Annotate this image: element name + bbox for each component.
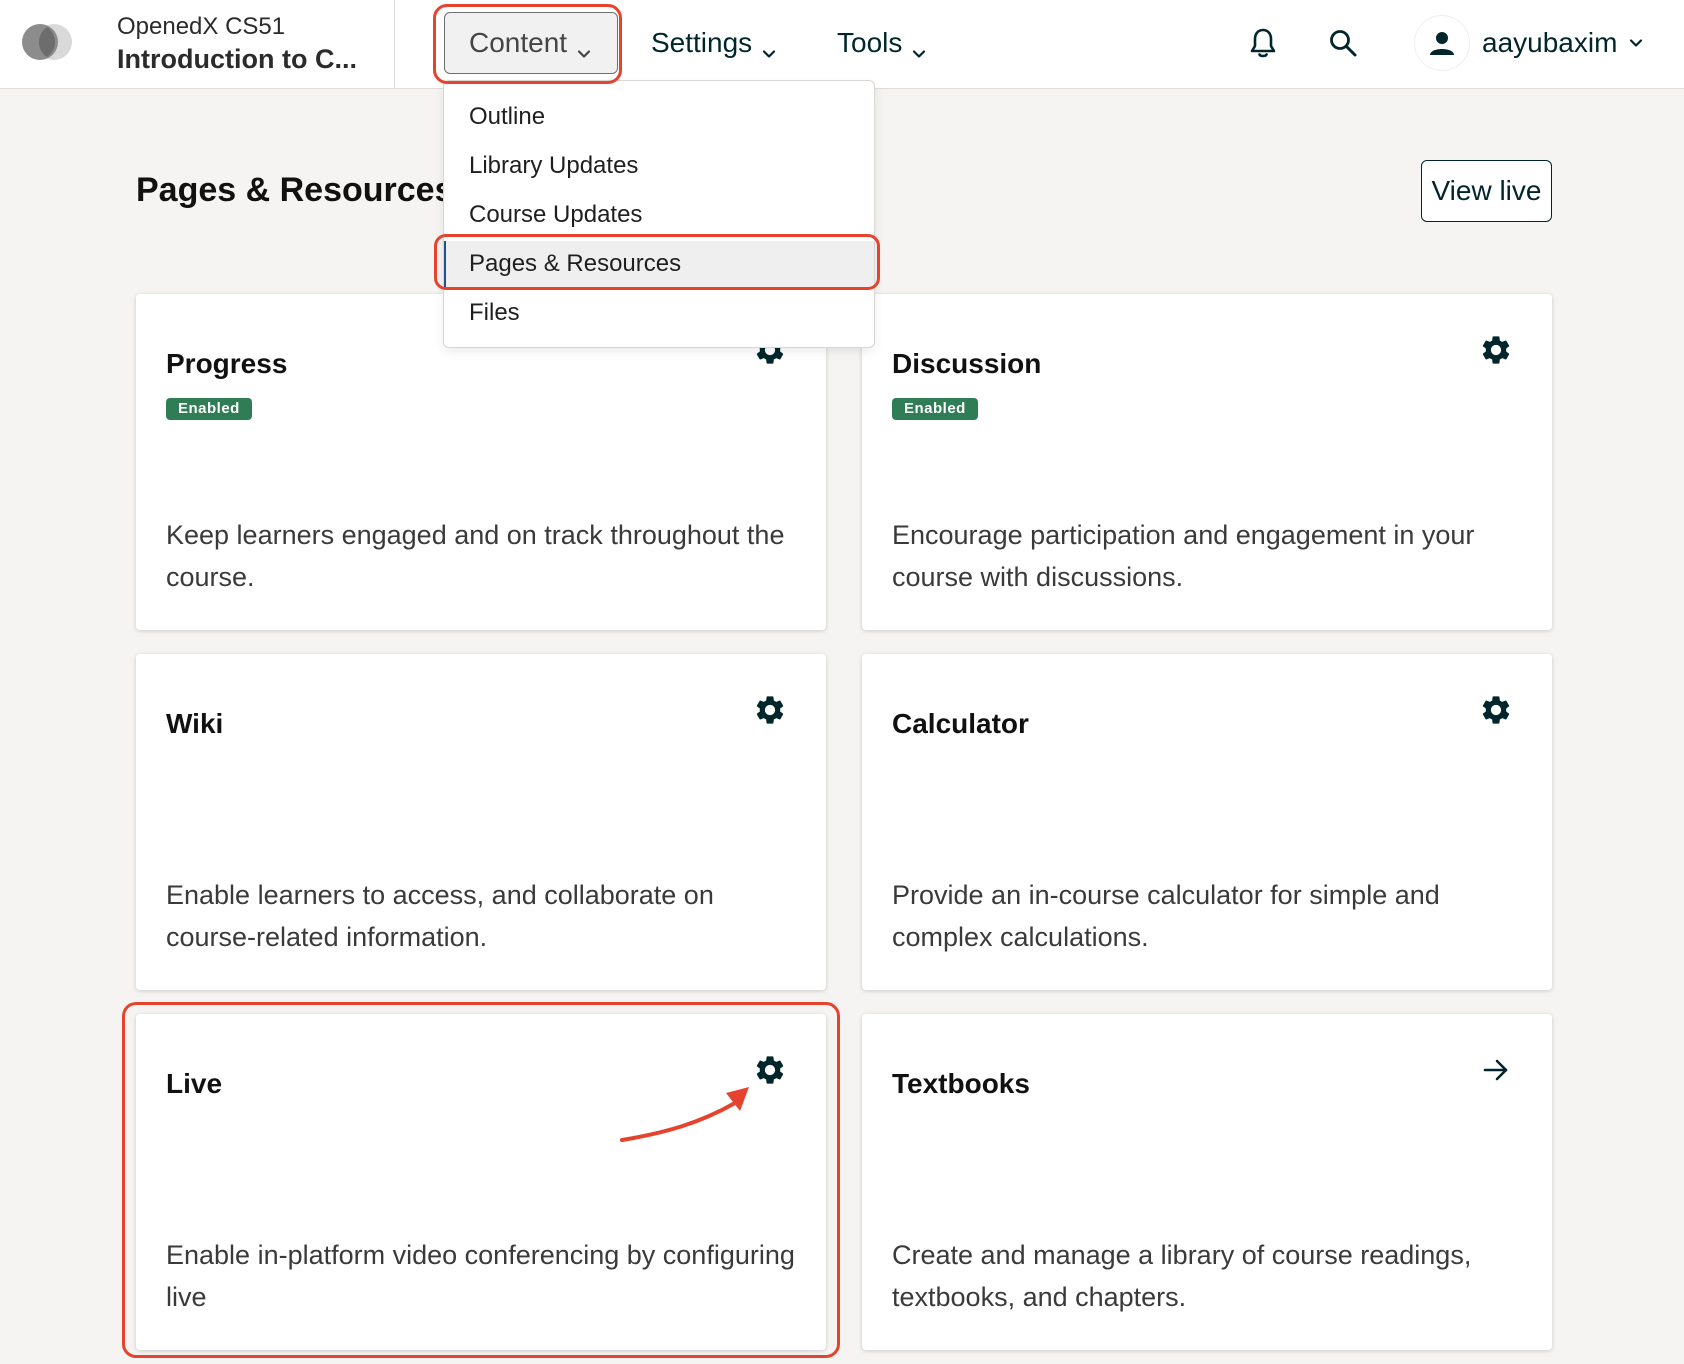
menu-item-outline[interactable]: Outline (444, 94, 874, 140)
card-live: Live Enable in-platform video conferenci… (136, 1014, 826, 1350)
card-textbooks: Textbooks Create and manage a library of… (862, 1014, 1552, 1350)
card-description: Enable learners to access, and collabora… (166, 880, 714, 952)
card-title: Calculator (892, 708, 1029, 739)
gear-icon[interactable] (1478, 692, 1514, 728)
openedx-logo (20, 22, 80, 62)
chevron-down-icon (577, 36, 591, 58)
tools-menu-button[interactable]: Tools (837, 22, 926, 64)
card-title: Progress (166, 348, 288, 379)
header-divider (394, 0, 395, 88)
card-description: Create and manage a library of course re… (892, 1240, 1472, 1312)
page-title: Pages & Resources (136, 171, 454, 209)
card-title: Textbooks (892, 1068, 1030, 1099)
view-live-button[interactable]: View live (1421, 160, 1552, 222)
menu-item-library-updates[interactable]: Library Updates (444, 143, 874, 189)
user-icon (1430, 32, 1454, 55)
settings-menu-label: Settings (651, 27, 753, 58)
content-menu-label: Content (469, 27, 568, 58)
tools-menu-label: Tools (837, 27, 903, 58)
content-menu-button[interactable]: Content (444, 12, 619, 74)
card-title: Live (166, 1068, 223, 1099)
username: aayubaxim (1482, 27, 1618, 58)
avatar (1414, 15, 1470, 71)
card-wiki: Wiki Enable learners to access, and coll… (136, 654, 826, 990)
settings-menu-button[interactable]: Settings (651, 22, 776, 64)
chevron-down-icon (912, 36, 926, 58)
user-menu-button[interactable]: aayubaxim (1414, 14, 1643, 72)
notifications-bell-icon[interactable] (1243, 23, 1283, 63)
menu-item-course-updates[interactable]: Course Updates (444, 192, 874, 238)
menu-item-files[interactable]: Files (444, 290, 874, 336)
search-icon[interactable] (1323, 23, 1363, 63)
card-description: Enable in-platform video conferencing by… (166, 1240, 795, 1312)
card-description: Provide an in-course calculator for simp… (892, 880, 1440, 952)
arrow-right-icon[interactable] (1478, 1052, 1514, 1088)
top-header: OpenedX CS51 Introduction to C... Conten… (0, 0, 1684, 89)
gear-icon[interactable] (752, 1052, 788, 1088)
card-description: Keep learners engaged and on track throu… (166, 520, 785, 592)
status-badge: Enabled (166, 398, 252, 420)
card-description: Encourage participation and engagement i… (892, 520, 1475, 592)
card-title: Discussion (892, 348, 1042, 379)
chevron-down-icon (762, 36, 776, 58)
card-title: Wiki (166, 708, 224, 739)
gear-icon[interactable] (752, 692, 788, 728)
chevron-down-icon (1629, 36, 1643, 50)
menu-item-pages-resources[interactable]: Pages & Resources (444, 241, 874, 287)
card-calculator: Calculator Provide an in-course calculat… (862, 654, 1552, 990)
card-discussion: Discussion Enabled Encourage participati… (862, 294, 1552, 630)
content-dropdown-menu: Outline Library Updates Course Updates P… (443, 80, 875, 348)
gear-icon[interactable] (1478, 332, 1514, 368)
course-org: OpenedX CS51 (117, 13, 286, 40)
course-info[interactable]: OpenedX CS51 Introduction to C... (117, 12, 387, 76)
status-badge: Enabled (892, 398, 978, 420)
course-title: Introduction to C... (117, 44, 357, 74)
